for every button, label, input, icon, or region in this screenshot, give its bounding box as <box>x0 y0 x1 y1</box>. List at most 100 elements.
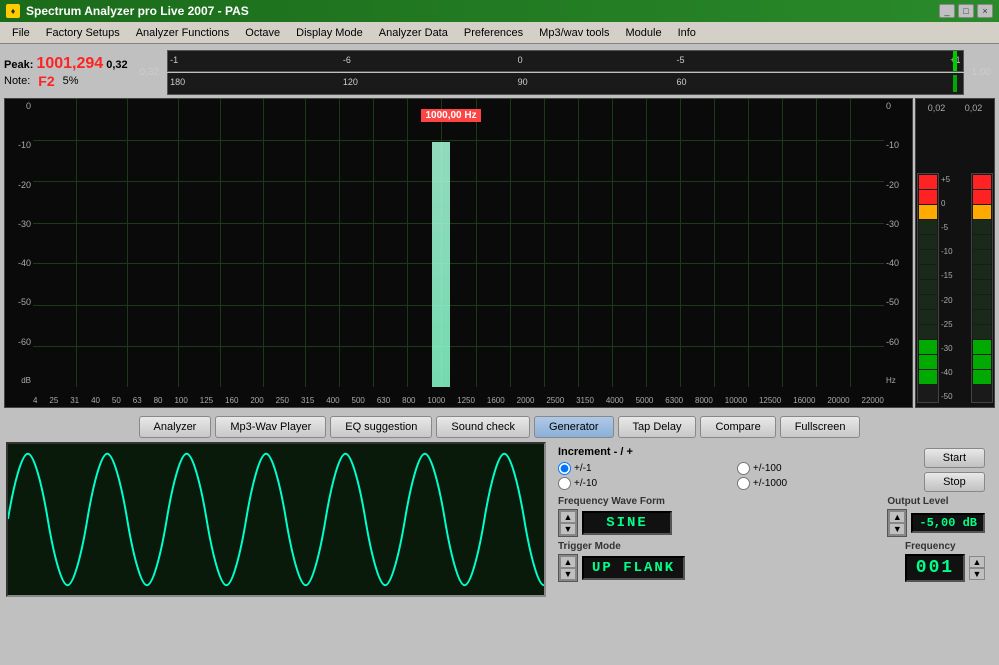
minimize-button[interactable]: _ <box>939 4 955 18</box>
trigger-section: Trigger Mode ▲ ▼ UP FLANK <box>558 541 893 582</box>
vu-scale-m20: -20 <box>941 296 969 305</box>
peak-note-panel: Peak: 1001,294 0,32 Note: F2 5% <box>4 55 128 89</box>
x-500: 500 <box>352 396 365 405</box>
grid-h-6 <box>33 346 884 347</box>
x-8000: 8000 <box>695 396 713 405</box>
vu-scale-p5: +5 <box>941 175 969 184</box>
x-315: 315 <box>301 396 314 405</box>
radio-pm1[interactable]: +/-1 <box>558 462 735 475</box>
menu-analyzer-functions[interactable]: Analyzer Functions <box>128 25 238 41</box>
y-right-60: -60 <box>884 337 912 347</box>
waveform-down-arrow[interactable]: ▼ <box>560 523 576 535</box>
y-right-db: Hz <box>884 376 912 385</box>
menu-display-mode[interactable]: Display Mode <box>288 25 371 41</box>
frequency-down-arrow[interactable]: ▼ <box>969 568 985 580</box>
tap-delay-button[interactable]: Tap Delay <box>618 416 697 438</box>
ruler-bar-bottom <box>953 75 957 92</box>
radio-pm1000-input[interactable] <box>737 477 750 490</box>
sound-check-button[interactable]: Sound check <box>436 416 530 438</box>
close-button[interactable]: × <box>977 4 993 18</box>
radio-pm1000[interactable]: +/-1000 <box>737 477 914 490</box>
menu-info[interactable]: Info <box>670 25 704 41</box>
trigger-value: UP FLANK <box>582 556 685 580</box>
output-down-arrow[interactable]: ▼ <box>889 523 905 535</box>
output-up-arrow[interactable]: ▲ <box>889 511 905 523</box>
compare-button[interactable]: Compare <box>700 416 775 438</box>
waveform-label: Frequency Wave Form <box>558 496 875 507</box>
frequency-label: Frequency <box>905 541 985 552</box>
restore-button[interactable]: □ <box>958 4 974 18</box>
menu-preferences[interactable]: Preferences <box>456 25 531 41</box>
y-label-10: -10 <box>5 140 33 150</box>
start-button[interactable]: Start <box>924 448 985 468</box>
freq-label: 1000,00 Hz <box>421 109 480 122</box>
analyzer-button[interactable]: Analyzer <box>139 416 212 438</box>
trigger-down-arrow[interactable]: ▼ <box>560 568 576 580</box>
vu-scale-m50: -50 <box>941 392 969 401</box>
vu-scale-m10: -10 <box>941 247 969 256</box>
x-80: 80 <box>154 396 163 405</box>
output-arrows: ▲ ▼ <box>887 509 907 537</box>
menu-module[interactable]: Module <box>617 25 669 41</box>
vu-right-seg-green-1 <box>973 340 991 354</box>
ruler-freq-120: 120 <box>343 77 358 87</box>
ruler-left-val: 0,32 <box>136 67 163 78</box>
vu-right-seg-green-2 <box>973 355 991 369</box>
vu-right-seg-dark-4 <box>973 265 991 279</box>
generator-button[interactable]: Generator <box>534 416 614 438</box>
vu-scale-m40: -40 <box>941 368 969 377</box>
trigger-up-arrow[interactable]: ▲ <box>560 556 576 568</box>
vu-bar-left <box>917 173 939 403</box>
ruler-freq-60: 60 <box>677 77 687 87</box>
x-10000: 10000 <box>725 396 747 405</box>
frequency-arrows: ▲ ▼ <box>969 556 985 580</box>
radio-pm100[interactable]: +/-100 <box>737 462 914 475</box>
trigger-arrows: ▲ ▼ <box>558 554 578 582</box>
fullscreen-button[interactable]: Fullscreen <box>780 416 861 438</box>
radio-pm10[interactable]: +/-10 <box>558 477 735 490</box>
menu-octave[interactable]: Octave <box>237 25 288 41</box>
vu-right-seg-dark-7 <box>973 310 991 324</box>
mp3wav-player-button[interactable]: Mp3-Wav Player <box>215 416 326 438</box>
x-2000: 2000 <box>517 396 535 405</box>
menu-analyzer-data[interactable]: Analyzer Data <box>371 25 456 41</box>
x-160: 160 <box>225 396 238 405</box>
x-400: 400 <box>326 396 339 405</box>
waveform-display <box>6 442 546 597</box>
output-control-row: ▲ ▼ -5,00 dB <box>887 509 985 537</box>
x-axis: 4 25 31 40 50 63 80 100 125 160 200 250 … <box>33 396 884 405</box>
grid-h-2 <box>33 181 884 182</box>
grid-v-17 <box>680 99 681 387</box>
menu-file[interactable]: File <box>4 25 38 41</box>
grid-v-5 <box>263 99 264 387</box>
eq-suggestion-button[interactable]: EQ suggestion <box>330 416 432 438</box>
vu-right-seg-yellow-1 <box>973 205 991 219</box>
radio-pm100-input[interactable] <box>737 462 750 475</box>
output-section: Output Level ▲ ▼ -5,00 dB <box>887 496 985 537</box>
x-25: 25 <box>49 396 58 405</box>
frequency-up-arrow[interactable]: ▲ <box>969 556 985 568</box>
radio-pm1-input[interactable] <box>558 462 571 475</box>
waveform-up-arrow[interactable]: ▲ <box>560 511 576 523</box>
vu-seg-red-2 <box>919 190 937 204</box>
grid-v-6 <box>305 99 306 387</box>
vu-right-seg-green-3 <box>973 370 991 384</box>
spectrum-bar <box>432 142 450 387</box>
x-22000: 22000 <box>862 396 884 405</box>
menu-mp3wav[interactable]: Mp3/wav tools <box>531 25 617 41</box>
ruler-freq-90: 90 <box>518 77 528 87</box>
stop-button[interactable]: Stop <box>924 472 985 492</box>
vu-bar-right <box>971 173 993 403</box>
vu-seg-dark-1 <box>919 220 937 234</box>
vu-right-seg-red-2 <box>973 190 991 204</box>
x-250: 250 <box>276 396 289 405</box>
x-200: 200 <box>250 396 263 405</box>
ruler-freq-180: 180 <box>170 77 185 87</box>
grid-v-3 <box>178 99 179 387</box>
radio-pm10-input[interactable] <box>558 477 571 490</box>
menu-factory-setups[interactable]: Factory Setups <box>38 25 128 41</box>
waveform-value: SINE <box>582 511 672 535</box>
grid-v-11 <box>476 99 477 387</box>
radio-pm1-label: +/-1 <box>574 463 592 474</box>
x-1600: 1600 <box>487 396 505 405</box>
